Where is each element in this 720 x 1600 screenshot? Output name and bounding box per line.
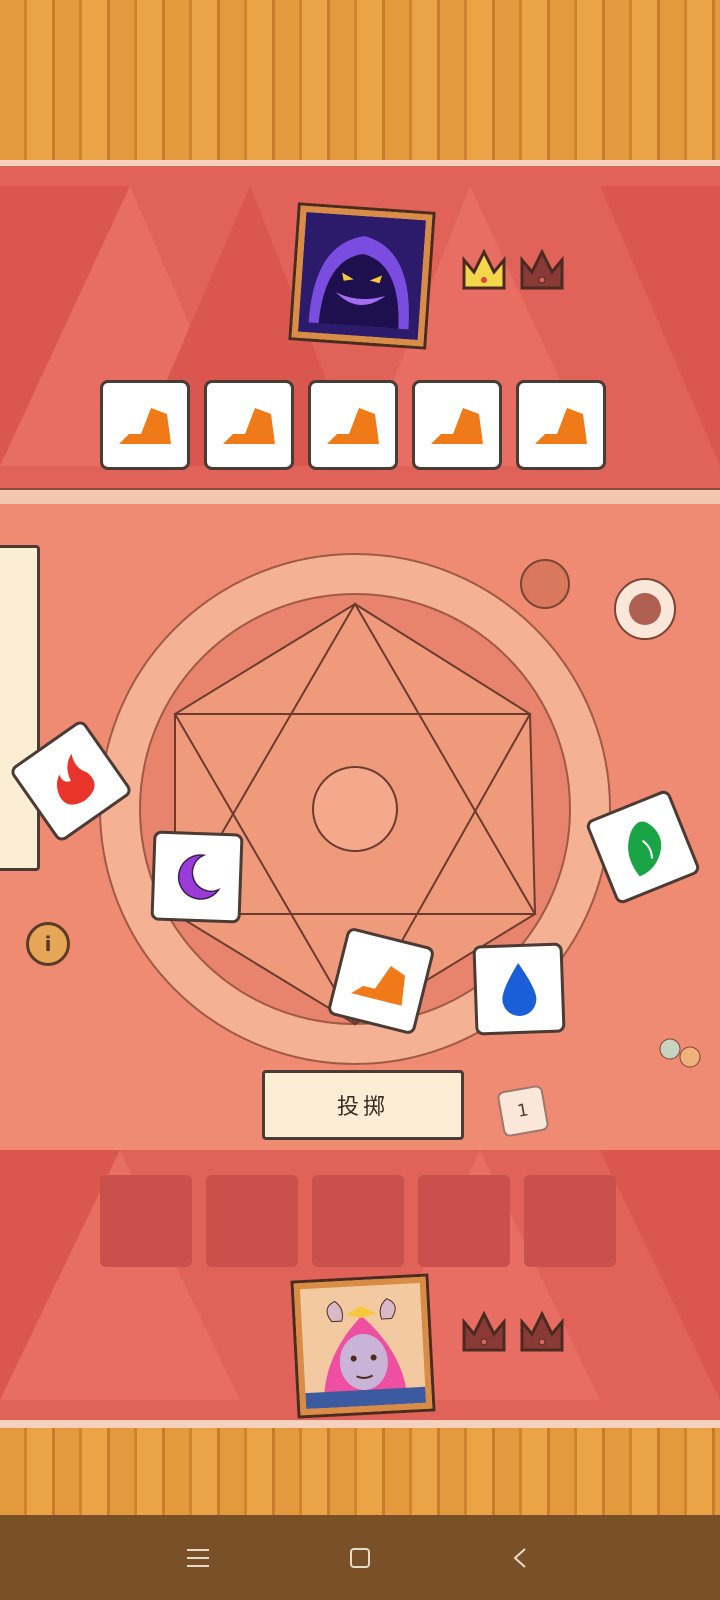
side-scroll[interactable] <box>0 545 40 871</box>
enemy-die <box>204 380 294 470</box>
enemy-die <box>100 380 190 470</box>
enemy-die <box>308 380 398 470</box>
player-portrait[interactable] <box>293 1276 433 1416</box>
fire-icon <box>56 753 95 805</box>
info-icon: i <box>44 932 52 956</box>
enemy-die <box>516 380 606 470</box>
earth-icon <box>223 408 275 444</box>
table-die-water[interactable] <box>472 942 566 1036</box>
horned-girl-icon <box>299 1282 427 1410</box>
home-square-icon <box>350 1547 370 1568</box>
roll-counter: 1 <box>496 1084 550 1138</box>
info-button[interactable]: i <box>26 922 70 966</box>
earth-icon <box>535 408 587 444</box>
enemy-portrait[interactable] <box>291 205 433 347</box>
player-die-slot[interactable] <box>418 1175 510 1267</box>
crown-won-icon <box>462 248 506 290</box>
earth-icon <box>351 965 406 1006</box>
crown-empty-icon <box>520 248 564 290</box>
nav-home-button[interactable] <box>340 1538 380 1578</box>
player-die-slot[interactable] <box>312 1175 404 1267</box>
roll-button[interactable]: 投掷 <box>262 1070 464 1140</box>
player-crowns <box>460 1310 566 1354</box>
nav-menu-button[interactable] <box>180 1538 220 1578</box>
enemy-crowns <box>460 248 566 292</box>
earth-icon <box>327 408 379 444</box>
enemy-dice-row <box>100 380 620 470</box>
system-nav-bar <box>0 1515 720 1600</box>
player-die-slot[interactable] <box>206 1175 298 1267</box>
shadow-demon-icon <box>297 211 427 341</box>
table-die-moon[interactable] <box>150 830 244 924</box>
earth-icon <box>431 408 483 444</box>
enemy-die <box>412 380 502 470</box>
earth-icon <box>119 408 171 444</box>
player-die-slot[interactable] <box>524 1175 616 1267</box>
nav-back-button[interactable] <box>500 1538 540 1578</box>
crown-empty-icon <box>520 1310 564 1352</box>
leaf-icon <box>628 821 662 877</box>
water-drop-icon <box>502 963 537 1016</box>
moon-icon <box>177 854 221 900</box>
crown-empty-icon <box>462 1310 506 1352</box>
back-chevron-icon <box>513 1547 526 1568</box>
player-dice-slots <box>100 1175 620 1267</box>
player-die-slot[interactable] <box>100 1175 192 1267</box>
menu-icon <box>187 1548 209 1567</box>
